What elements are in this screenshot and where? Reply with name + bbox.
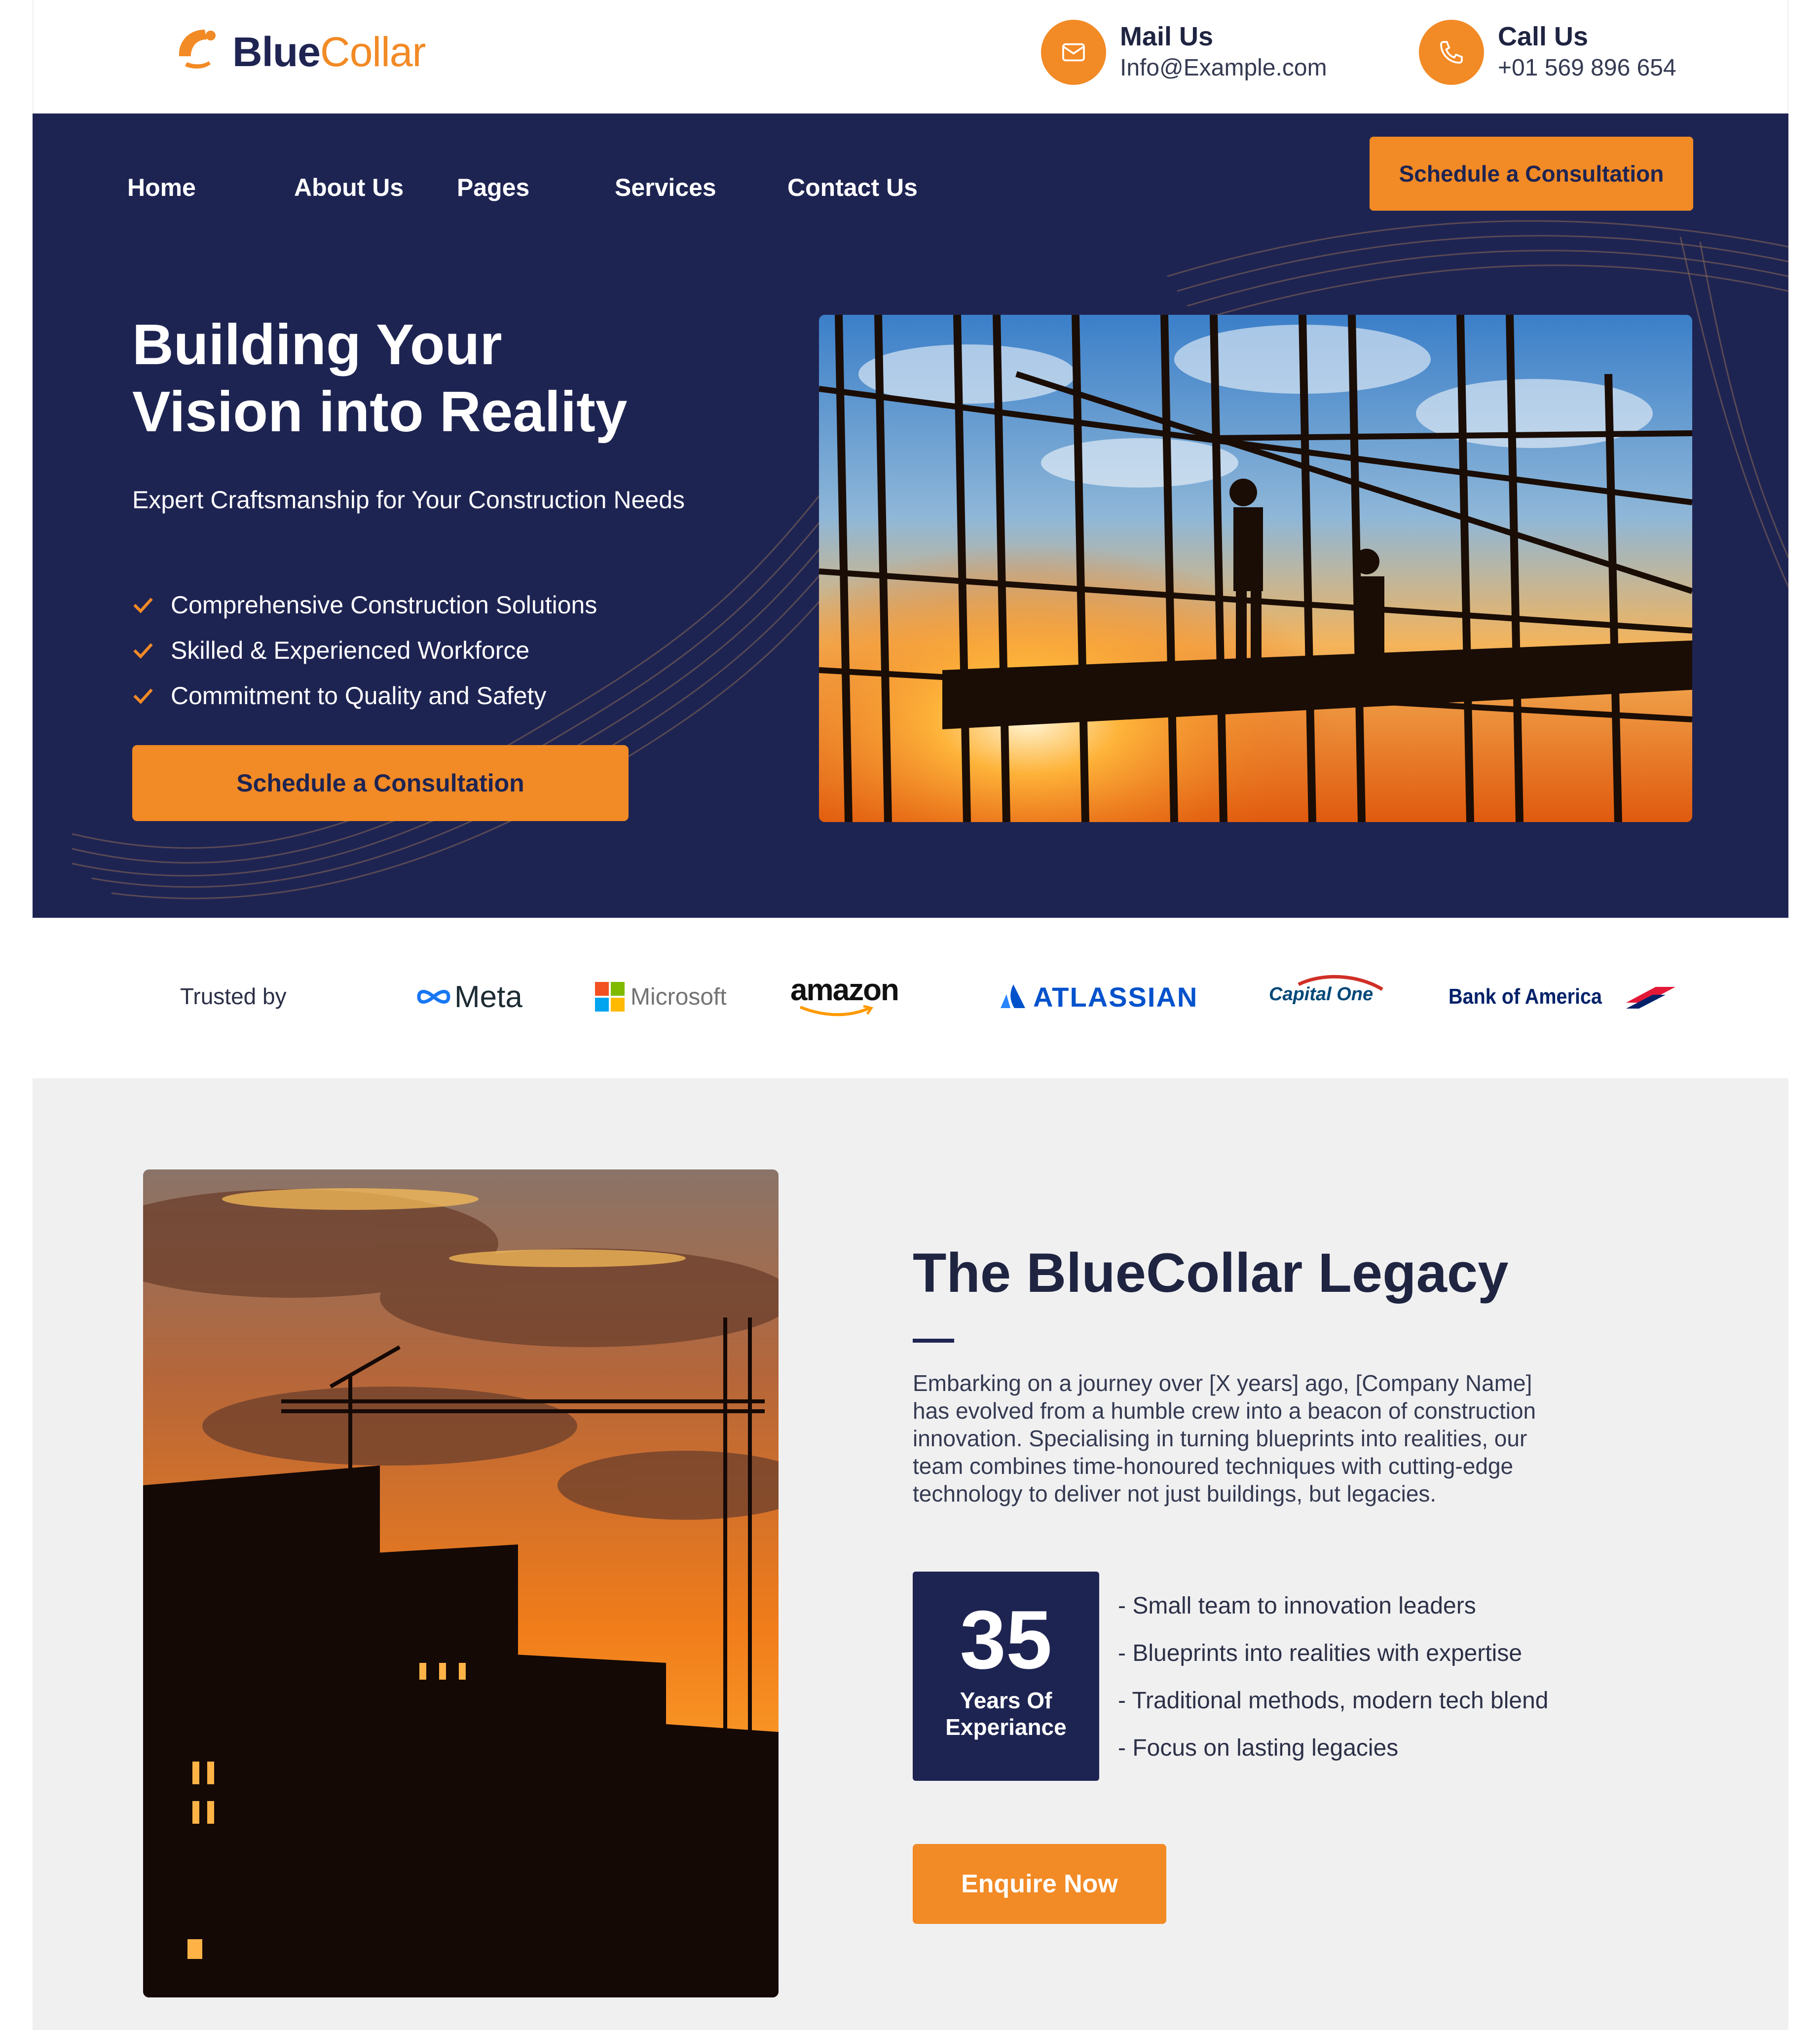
nav-pages[interactable]: Pages <box>457 155 615 220</box>
mail-title: Mail Us <box>1120 22 1214 51</box>
atlassian-triangle-icon <box>1001 984 1025 1008</box>
page: BlueCollar Mail Us Info@Example.com Call… <box>33 0 1788 2030</box>
schedule-consultation-button-nav[interactable]: Schedule a Consultation <box>1370 137 1693 211</box>
hero-title: Building Your Vision into Reality <box>132 311 774 445</box>
brand-name: Capital One <box>1269 984 1374 1005</box>
title-divider <box>913 1339 954 1343</box>
logo[interactable]: BlueCollar <box>174 25 426 79</box>
brand-logo-bank-of-america: Bank of America <box>1449 967 1680 1026</box>
schedule-consultation-button-hero[interactable]: Schedule a Consultation <box>132 745 629 821</box>
legacy-bullets: - Small team to innovation leaders - Blu… <box>1118 1582 1548 1772</box>
years-label-line1: Years Of <box>960 1688 1052 1713</box>
brand-name: Bank of America <box>1449 984 1602 1009</box>
phone-icon <box>1419 20 1484 85</box>
list-item: - Blueprints into realities with experti… <box>1118 1640 1523 1666</box>
checklist-item: Comprehensive Construction Solutions <box>128 582 597 628</box>
legacy-description: Embarking on a journey over [X years] ag… <box>913 1370 1536 1506</box>
list-item: - Focus on lasting legacies <box>1118 1735 1399 1761</box>
brand-logo-meta: Meta <box>416 967 522 1026</box>
nav-services[interactable]: Services <box>615 155 787 220</box>
call-contact[interactable]: Call Us +01 569 896 654 <box>1419 20 1676 85</box>
checklist-text: Comprehensive Construction Solutions <box>171 591 597 619</box>
checklist-item: Commitment to Quality and Safety <box>128 673 597 718</box>
hero-title-line1: Building Your <box>132 312 502 376</box>
brand-logo-microsoft: Microsoft <box>595 967 727 1026</box>
phone-number[interactable]: +01 569 896 654 <box>1498 52 1676 84</box>
checklist-text: Commitment to Quality and Safety <box>171 682 547 710</box>
hero-title-line2: Vision into Reality <box>132 379 628 444</box>
years-experience-card: 35 Years Of Experiance <box>913 1572 1099 1781</box>
mail-icon <box>1041 20 1106 85</box>
hero-checklist: Comprehensive Construction Solutions Ski… <box>128 582 597 718</box>
check-icon <box>133 643 153 659</box>
brand-name: amazon <box>790 973 899 1007</box>
nav-home[interactable]: Home <box>127 155 290 220</box>
brand-name: Meta <box>454 979 522 1014</box>
top-bar: BlueCollar Mail Us Info@Example.com Call… <box>33 0 1788 113</box>
logo-text-blue: Blue <box>232 28 321 75</box>
brand-logo-amazon: amazon <box>790 967 899 1026</box>
trusted-by-label: Trusted by <box>180 983 287 1009</box>
hero-subtitle: Expert Craftsmanship for Your Constructi… <box>132 486 685 514</box>
hero-section: Home About Us Pages Services Contact Us … <box>33 113 1788 918</box>
years-label-line2: Experiance <box>945 1714 1067 1740</box>
brand-logo-atlassian: ATLASSIAN <box>1000 967 1198 1026</box>
trusted-by-section: Trusted by Meta Microsoft amazon ATLASSI… <box>33 918 1788 1078</box>
logo-text-collar: Collar <box>320 28 426 75</box>
legacy-title: The BlueCollar Legacy <box>913 1242 1509 1304</box>
legacy-cranes-photo <box>143 1169 779 1997</box>
main-nav: Home About Us Pages Services Contact Us <box>127 155 965 220</box>
microsoft-squares-icon <box>595 982 625 1012</box>
brand-name: ATLASSIAN <box>1033 981 1198 1013</box>
checklist-item: Skilled & Experienced Workforce <box>128 628 597 673</box>
hero-scaffolding-photo <box>819 315 1692 822</box>
amazon-smile-icon <box>799 1005 874 1016</box>
hard-hat-logo-icon <box>174 25 219 79</box>
check-icon <box>133 598 153 613</box>
mail-contact[interactable]: Mail Us Info@Example.com <box>1041 20 1327 85</box>
years-number: 35 <box>960 1593 1052 1686</box>
enquire-now-button[interactable]: Enquire Now <box>913 1844 1166 1924</box>
mail-address[interactable]: Info@Example.com <box>1120 52 1327 84</box>
brand-name: Microsoft <box>631 983 727 1010</box>
meta-infinity-icon <box>417 990 450 1004</box>
nav-contact-us[interactable]: Contact Us <box>787 155 965 220</box>
check-icon <box>133 688 153 704</box>
call-title: Call Us <box>1498 22 1589 51</box>
legacy-section: The BlueCollar Legacy Embarking on a jou… <box>33 1078 1788 2030</box>
brand-logo-capital-one: Capital One <box>1264 967 1387 1026</box>
bank-of-america-flag-icon <box>1626 987 1675 1009</box>
list-item: - Traditional methods, modern tech blend <box>1118 1688 1549 1714</box>
list-item: - Small team to innovation leaders <box>1118 1593 1476 1619</box>
checklist-text: Skilled & Experienced Workforce <box>171 637 530 664</box>
nav-about-us[interactable]: About Us <box>294 155 457 220</box>
